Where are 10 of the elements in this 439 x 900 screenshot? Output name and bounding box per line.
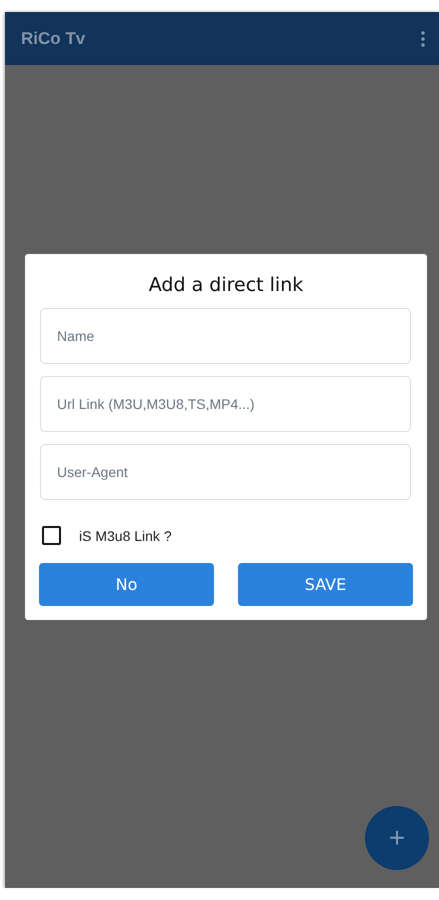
more-options-icon[interactable] (421, 30, 425, 46)
checkbox[interactable] (42, 526, 61, 545)
checkbox-label: iS M3u8 Link ? (79, 528, 172, 544)
input-field[interactable]: Url Link (M3U,M3U8,TS,MP4...) (40, 376, 411, 432)
dialog-title: Add a direct link (148, 274, 304, 296)
cancel-button[interactable]: No (39, 563, 214, 606)
input-field[interactable]: Name (40, 308, 411, 364)
save-button[interactable]: SAVE (238, 563, 413, 606)
input-field[interactable]: User-Agent (40, 444, 411, 500)
app-title: RiCo Tv (21, 28, 86, 48)
